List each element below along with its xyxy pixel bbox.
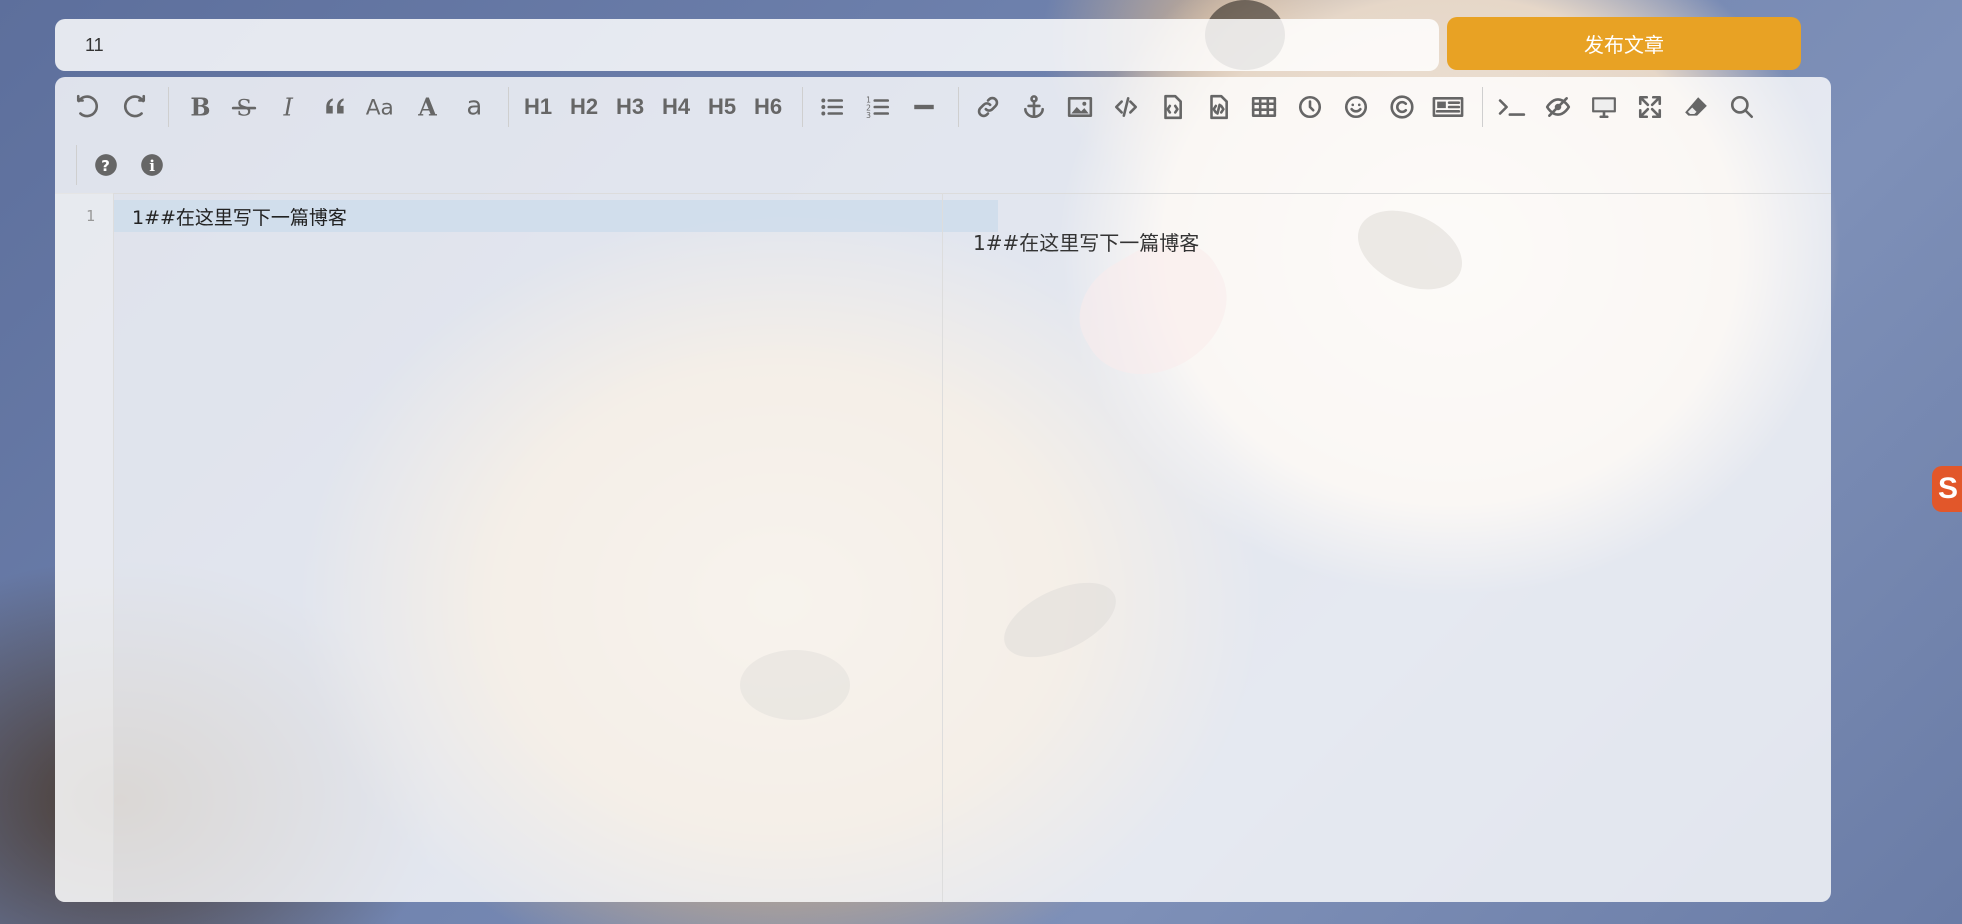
horizontal-rule-icon[interactable] (906, 89, 942, 125)
side-badge[interactable]: S (1932, 466, 1962, 512)
ordered-list-icon[interactable]: 123 (860, 89, 896, 125)
preformatted-code-icon[interactable] (1200, 89, 1236, 125)
preview-text: 1##在这里写下一篇博客 (973, 231, 1200, 255)
heading-3-label: H3 (615, 94, 645, 119)
line-number-gutter: 1 (55, 193, 114, 902)
toolbar-separator (958, 87, 959, 127)
redo-icon[interactable] (116, 89, 152, 125)
svg-text:B: B (190, 94, 210, 120)
unordered-list-icon[interactable] (814, 89, 850, 125)
toolbar-separator (802, 87, 803, 127)
anchor-icon[interactable] (1016, 89, 1052, 125)
markdown-editor: B S I Aa Aa H1 H2 H3 H4 H5 H6 1 2 3? i 1 1##在这里写下一篇博客 … (55, 77, 1831, 902)
editor-toolbar: B S I Aa Aa H1 H2 H3 H4 H5 H6 1 2 3? i (55, 77, 1831, 194)
toolbar-separator (1482, 87, 1483, 127)
datetime-icon[interactable] (1292, 89, 1328, 125)
toolbar-separator (76, 145, 77, 185)
uppercase-a-icon[interactable]: A (410, 89, 446, 125)
editor-code-line[interactable]: 1##在这里写下一篇博客 (132, 203, 347, 230)
svg-text:Aa: Aa (366, 96, 394, 120)
publish-button[interactable]: 发布文章 (1447, 17, 1801, 70)
heading-3-button[interactable]: H3 (612, 89, 648, 125)
svg-text:i: i (149, 157, 155, 175)
uppercase-aa-icon[interactable]: Aa (364, 89, 400, 125)
lowercase-a-icon[interactable]: a (456, 89, 492, 125)
table-icon[interactable] (1246, 89, 1282, 125)
heading-2-button[interactable]: H2 (566, 89, 602, 125)
quote-icon[interactable] (318, 89, 354, 125)
undo-icon[interactable] (70, 89, 106, 125)
heading-1-button[interactable]: H1 (520, 89, 556, 125)
help-icon[interactable]: ? (88, 147, 124, 183)
title-input[interactable] (55, 19, 1439, 71)
strikethrough-icon[interactable]: S (226, 89, 262, 125)
search-icon[interactable] (1724, 89, 1760, 125)
editor-preview-divider (942, 193, 943, 902)
svg-text:3: 3 (866, 111, 871, 120)
bold-icon[interactable]: B (180, 89, 216, 125)
heading-2-label: H2 (569, 94, 599, 119)
emoji-icon[interactable] (1338, 89, 1374, 125)
fullscreen-icon[interactable] (1632, 89, 1668, 125)
heading-5-label: H5 (707, 94, 737, 119)
html-entities-icon[interactable] (1384, 89, 1420, 125)
line-number: 1 (85, 207, 95, 225)
heading-6-label: H6 (753, 94, 783, 119)
heading-4-button[interactable]: H4 (658, 89, 694, 125)
link-icon[interactable] (970, 89, 1006, 125)
code-block-icon[interactable] (1154, 89, 1190, 125)
toggle-preview-icon[interactable] (1540, 89, 1576, 125)
svg-text:I: I (283, 94, 294, 120)
toolbar-separator (168, 87, 169, 127)
inline-code-icon[interactable] (1108, 89, 1144, 125)
heading-4-label: H4 (661, 94, 691, 119)
info-icon[interactable]: i (134, 147, 170, 183)
svg-text:?: ? (101, 157, 110, 175)
pagebreak-icon[interactable] (1430, 89, 1466, 125)
heading-6-button[interactable]: H6 (750, 89, 786, 125)
image-icon[interactable] (1062, 89, 1098, 125)
svg-text:a: a (466, 94, 482, 120)
heading-1-label: H1 (523, 94, 553, 119)
clear-icon[interactable] (1678, 89, 1714, 125)
toolbar-separator (508, 87, 509, 127)
italic-icon[interactable]: I (272, 89, 308, 125)
watch-preview-icon[interactable] (1586, 89, 1622, 125)
svg-text:A: A (417, 94, 437, 120)
heading-5-button[interactable]: H5 (704, 89, 740, 125)
goto-line-icon[interactable] (1494, 89, 1530, 125)
